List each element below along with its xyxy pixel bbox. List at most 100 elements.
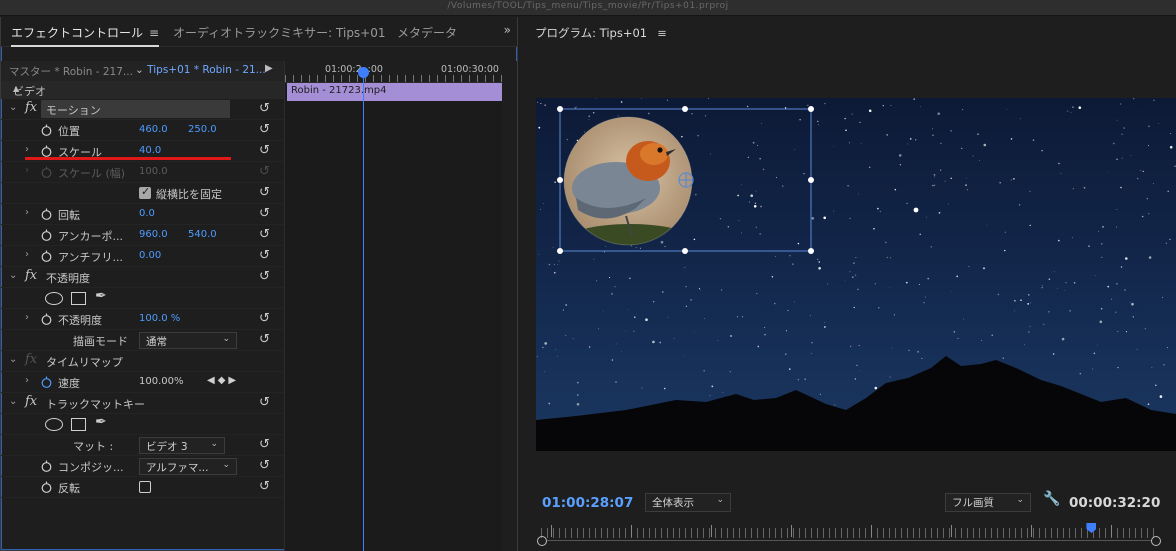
zoom-scrollbar-track[interactable] — [547, 540, 1151, 541]
zoom-scroll-right-handle[interactable] — [1151, 536, 1161, 546]
reset-icon[interactable]: ↺ — [259, 185, 270, 200]
tab-audio-track-mixer[interactable]: オーディオトラックミキサー: Tips+01 — [173, 24, 386, 41]
reset-icon[interactable]: ↺ — [259, 458, 270, 473]
effect-name-time-remap[interactable]: タイムリマップ — [46, 354, 123, 370]
tab-label: オーディオトラックミキサー: Tips+01 — [173, 26, 386, 40]
stopwatch-icon[interactable] — [41, 481, 52, 493]
playhead-handle[interactable] — [358, 67, 369, 78]
effect-timeline[interactable]: 01:00:28:00 01:00:30:00 Robin - 21723.mp… — [284, 61, 503, 551]
tab-effect-controls[interactable]: エフェクトコントロール ≡ — [11, 24, 160, 47]
uniform-scale-checkbox[interactable] — [139, 185, 151, 199]
anti-flicker-value[interactable]: 0.00 — [139, 250, 161, 261]
blend-mode-dropdown[interactable]: 通常 ⌄ — [139, 332, 237, 349]
wrench-icon[interactable]: 🔧 — [1043, 491, 1060, 507]
position-x-value[interactable]: 460.0 — [139, 124, 168, 135]
reset-icon[interactable]: ↺ — [259, 101, 270, 116]
property-label-rotation: 回転 — [58, 209, 80, 222]
rectangle-mask-icon[interactable] — [71, 292, 86, 305]
reset-icon[interactable]: ↺ — [259, 332, 270, 347]
stopwatch-icon[interactable] — [41, 229, 52, 241]
hamburger-icon[interactable]: ≡ — [657, 26, 667, 40]
stopwatch-icon[interactable] — [41, 250, 52, 262]
program-monitor-tab[interactable]: プログラム: Tips+01 ≡ — [535, 25, 667, 41]
prev-keyframe-icon[interactable]: ◀ — [207, 375, 218, 386]
zoom-dropdown[interactable]: 全体表示 ⌄ — [645, 493, 731, 512]
timeline-clip[interactable]: Robin - 21723.mp4 — [287, 83, 503, 101]
program-viewer[interactable] — [536, 98, 1176, 451]
stopwatch-icon[interactable] — [41, 208, 52, 220]
twirl-closed-icon[interactable]: › — [25, 249, 29, 260]
collapse-up-icon[interactable]: ▲ — [13, 84, 276, 93]
program-time-ruler[interactable] — [541, 525, 1156, 538]
reset-icon[interactable]: ↺ — [259, 437, 270, 452]
opacity-value[interactable]: 100.0 % — [139, 313, 180, 324]
anchor-point-crosshair-icon[interactable] — [678, 172, 694, 188]
ruler-timecode-right: 01:00:30:00 — [441, 64, 499, 75]
zoom-scroll-left-handle[interactable] — [537, 536, 547, 546]
hamburger-icon[interactable]: ≡ — [149, 26, 159, 40]
fx-icon[interactable]: fx — [25, 268, 37, 283]
reset-icon[interactable]: ↺ — [259, 227, 270, 242]
reset-icon[interactable]: ↺ — [259, 143, 270, 158]
twirl-open-icon[interactable]: ⌄ — [9, 396, 17, 407]
composite-dropdown[interactable]: アルファマ... ⌄ — [139, 458, 237, 475]
pen-mask-icon[interactable]: ✒ — [95, 414, 107, 430]
stopwatch-icon[interactable] — [41, 124, 52, 136]
reset-icon[interactable]: ↺ — [259, 395, 270, 410]
rotation-value[interactable]: 0.0 — [139, 208, 155, 219]
stopwatch-icon[interactable] — [41, 313, 52, 325]
master-clip-label[interactable]: マスター * Robin - 217... — [9, 64, 133, 79]
stopwatch-icon[interactable] — [41, 460, 52, 472]
anchor-y-value[interactable]: 540.0 — [188, 229, 217, 240]
panel-scroll-gutter[interactable] — [502, 61, 517, 551]
scale-value[interactable]: 40.0 — [139, 145, 161, 156]
fx-icon: fx — [25, 352, 38, 367]
ruler-major-tick — [711, 525, 712, 537]
twirl-open-icon[interactable]: ⌄ — [9, 102, 17, 113]
sequence-clip-selector[interactable]: ⌄ Tips+01 * Robin - 21... — [135, 64, 266, 76]
time-ruler[interactable]: 01:00:28:00 01:00:30:00 — [285, 61, 503, 83]
reset-icon[interactable]: ↺ — [259, 479, 270, 494]
ellipse-mask-icon[interactable] — [45, 292, 63, 305]
reset-icon[interactable]: ↺ — [259, 206, 270, 221]
fx-icon[interactable]: fx — [25, 394, 37, 409]
current-timecode[interactable]: 01:00:28:07 — [542, 495, 633, 511]
ellipse-mask-icon[interactable] — [45, 418, 63, 431]
pen-mask-icon[interactable]: ✒ — [95, 288, 107, 304]
next-keyframe-icon[interactable]: ▶ — [228, 375, 239, 386]
reset-icon[interactable]: ↺ — [259, 269, 270, 284]
effect-row-time-remap: ⌄ fx タイムリマップ — [1, 351, 284, 372]
stopwatch-icon[interactable] — [41, 145, 52, 157]
anchor-x-value[interactable]: 960.0 — [139, 229, 168, 240]
effect-name-opacity[interactable]: 不透明度 — [46, 270, 90, 286]
reset-icon[interactable]: ↺ — [259, 122, 270, 137]
add-keyframe-icon[interactable]: ◆ — [218, 375, 229, 386]
reverse-checkbox[interactable] — [139, 481, 151, 493]
twirl-closed-icon[interactable]: › — [25, 312, 29, 323]
playback-quality-dropdown[interactable]: フル画質 ⌄ — [945, 493, 1031, 512]
program-monitor-title: プログラム: Tips+01 — [535, 26, 648, 40]
reset-icon[interactable]: ↺ — [259, 248, 270, 263]
matte-dropdown[interactable]: ビデオ 3 ⌄ — [139, 437, 225, 454]
reset-icon[interactable]: ↺ — [259, 311, 270, 326]
sequence-clip-label: Tips+01 * Robin - 21... — [147, 64, 266, 76]
position-y-value[interactable]: 250.0 — [188, 124, 217, 135]
twirl-closed-icon[interactable]: › — [25, 375, 29, 386]
stopwatch-icon[interactable] — [41, 376, 52, 388]
fx-icon[interactable]: fx — [25, 100, 37, 115]
play-triangle-icon[interactable]: ▶ — [265, 63, 273, 74]
property-row-position: 位置 460.0 250.0 ↺ — [1, 120, 284, 141]
effect-name-track-matte[interactable]: トラックマットキー — [46, 396, 145, 412]
track-matte-mask-tools-row: ✒ — [1, 414, 284, 435]
twirl-closed-icon[interactable]: › — [25, 207, 29, 218]
twirl-open-icon[interactable]: ⌄ — [9, 270, 17, 281]
double-chevron-right-icon[interactable]: » — [504, 23, 511, 37]
rectangle-mask-icon[interactable] — [71, 418, 86, 431]
twirl-open-icon[interactable]: ⌄ — [9, 354, 17, 365]
tab-metadata[interactable]: メタデータ — [397, 24, 457, 41]
chevron-down-icon: ⌄ — [210, 439, 218, 449]
effect-name-motion[interactable]: モーション — [46, 102, 101, 118]
speed-value[interactable]: 100.00% — [139, 376, 184, 387]
twirl-closed-icon[interactable]: › — [25, 144, 29, 155]
window-titlebar: /Volumes/TOOL/Tips_menu/Tips_movie/Pr/Ti… — [0, 0, 1176, 16]
